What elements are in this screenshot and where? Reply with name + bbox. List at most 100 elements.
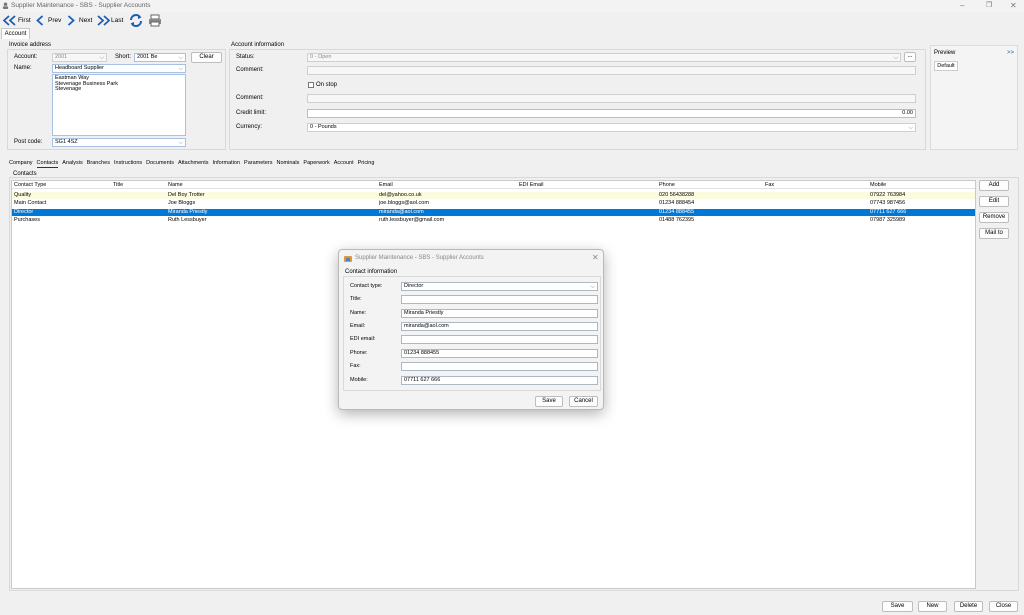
refresh-button[interactable] (129, 12, 143, 28)
postcode-value: SG1 4SZ (55, 139, 78, 145)
preview-panel: Preview >> Default (930, 45, 1018, 150)
mobile-label: Mobile: (350, 377, 368, 383)
minimize-icon[interactable]: – (960, 1, 964, 10)
cell-type: Purchases (14, 217, 40, 223)
col-fax[interactable]: Fax (765, 182, 774, 188)
dialog-app-icon (344, 256, 352, 262)
dialog-close-icon[interactable]: ✕ (592, 254, 599, 262)
first-icon (3, 14, 16, 26)
edit-contact-button[interactable]: Edit (979, 196, 1009, 207)
onstop-checkbox[interactable] (308, 82, 314, 88)
col-mobile[interactable]: Mobile (870, 182, 886, 188)
clear-button[interactable]: Clear (191, 52, 222, 63)
cell-type: Main Contact (14, 200, 47, 206)
status-field[interactable]: 0 - Open ⌵ (307, 53, 901, 62)
dialog-save-button[interactable]: Save (535, 396, 563, 407)
tab-documents[interactable]: Documents (146, 159, 174, 168)
short-value: 2001 Be (137, 54, 158, 60)
preview-expand-button[interactable]: >> (1007, 50, 1014, 57)
postcode-label: Post code: (14, 139, 43, 145)
tab-attachments[interactable]: Attachments (178, 159, 209, 168)
remove-contact-button[interactable]: Remove (979, 212, 1009, 223)
status-value: 0 - Open (310, 54, 332, 60)
account-value: 2001 (55, 54, 68, 60)
name-input[interactable]: Miranda Priestly (401, 309, 598, 318)
table-row[interactable]: Main Contact Joe Bloggs joe.bloggs@aol.c… (12, 200, 975, 207)
add-contact-button[interactable]: Add (979, 180, 1009, 191)
next-icon (67, 14, 75, 26)
contact-info-section: Contact information (345, 269, 398, 275)
postcode-field[interactable]: SG1 4SZ ⌵ (52, 138, 186, 147)
tab-account[interactable]: Account (1, 28, 30, 39)
first-button[interactable]: First (3, 12, 31, 28)
close-icon[interactable]: ✕ (1010, 1, 1017, 10)
short-field[interactable]: 2001 Be ⌵ (134, 53, 186, 62)
col-contact-type[interactable]: Contact Type (14, 182, 46, 188)
last-label: Last (111, 16, 124, 24)
preview-tab-default[interactable]: Default (934, 61, 958, 71)
chevron-down-icon: ⌵ (178, 66, 183, 72)
credit-limit-field[interactable]: 0.00 (307, 109, 916, 118)
new-button[interactable]: New (918, 601, 947, 612)
tab-company[interactable]: Company (9, 159, 33, 168)
tab-pricing[interactable]: Pricing (358, 159, 375, 168)
phone-input[interactable]: 01234 888455 (401, 349, 598, 358)
comment2-field[interactable] (307, 94, 916, 103)
dialog-cancel-button[interactable]: Cancel (569, 396, 598, 407)
save-button[interactable]: Save (882, 601, 913, 612)
contact-dialog: Supplier Maintenance - SBS - Supplier Ac… (338, 249, 604, 410)
col-title[interactable]: Title (113, 182, 123, 188)
contact-type-select[interactable]: Director ⌵ (401, 282, 598, 291)
tab-contacts[interactable]: Contacts (36, 159, 59, 168)
close-button[interactable]: Close (989, 601, 1018, 612)
status-ellipsis-button[interactable]: ... (904, 52, 916, 62)
grid-header: Contact Type Title Name Email EDI Email … (12, 181, 975, 189)
contact-info-group (343, 276, 601, 391)
tab-paperwork[interactable]: Paperwork (303, 159, 329, 168)
tab-branches[interactable]: Branches (87, 159, 110, 168)
email-label: Email: (350, 323, 366, 329)
name-field[interactable]: Headboard Supplier ⌵ (52, 64, 186, 73)
email-input[interactable]: miranda@aol.com (401, 322, 598, 331)
title-input[interactable] (401, 295, 598, 304)
col-name[interactable]: Name (168, 182, 183, 188)
col-email[interactable]: Email (379, 182, 393, 188)
mailto-button[interactable]: Mail to (979, 228, 1009, 239)
tab-account-sub[interactable]: Account (334, 159, 354, 168)
printer-icon (149, 14, 161, 26)
comment-field[interactable] (307, 66, 916, 75)
refresh-icon (130, 13, 142, 27)
table-row-selected[interactable]: Director Miranda Priestly miranda@aol.co… (12, 209, 975, 216)
cell-phone: 020 56438288 (659, 192, 695, 198)
tab-parameters[interactable]: Parameters (244, 159, 272, 168)
table-row[interactable]: Quality Del Boy Trotter del@yahoo.co.uk … (12, 192, 975, 199)
col-edi-email[interactable]: EDI Email (519, 182, 543, 188)
currency-field[interactable]: 0 - Pounds ⌵ (307, 123, 916, 132)
tab-instructions[interactable]: Instructions (114, 159, 142, 168)
tab-analysis[interactable]: Analysis (62, 159, 82, 168)
mobile-input[interactable]: 07711 627 666 (401, 376, 598, 385)
delete-button[interactable]: Delete (954, 601, 983, 612)
first-label: First (18, 16, 31, 24)
next-button[interactable]: Next (67, 12, 92, 28)
last-button[interactable]: Last (97, 12, 123, 28)
contact-type-value: Director (404, 283, 424, 289)
edi-email-input[interactable] (401, 335, 598, 344)
address-line-3: Stevenage (55, 86, 82, 92)
table-row[interactable]: Purchases Ruth Lessbuyer ruth.lessbuyer@… (12, 217, 975, 224)
tab-information[interactable]: Information (213, 159, 241, 168)
cell-email: ruth.lessbuyer@gmail.com (379, 217, 445, 223)
account-label: Account: (14, 54, 38, 60)
prev-button[interactable]: Prev (36, 12, 61, 28)
address-field[interactable]: Eastman Way Stevenage Business Park Stev… (52, 74, 186, 136)
col-phone[interactable]: Phone (659, 182, 675, 188)
tab-nominals[interactable]: Nominals (276, 159, 299, 168)
edi-email-label: EDI email: (350, 336, 376, 342)
app-icon (2, 2, 9, 9)
print-button[interactable] (148, 12, 162, 28)
cell-type: Quality (14, 192, 32, 198)
account-field[interactable]: 2001 ⌵ (52, 53, 107, 62)
short-label: Short: (115, 54, 132, 60)
maximize-icon[interactable]: ❐ (986, 1, 992, 10)
fax-input[interactable] (401, 362, 598, 371)
